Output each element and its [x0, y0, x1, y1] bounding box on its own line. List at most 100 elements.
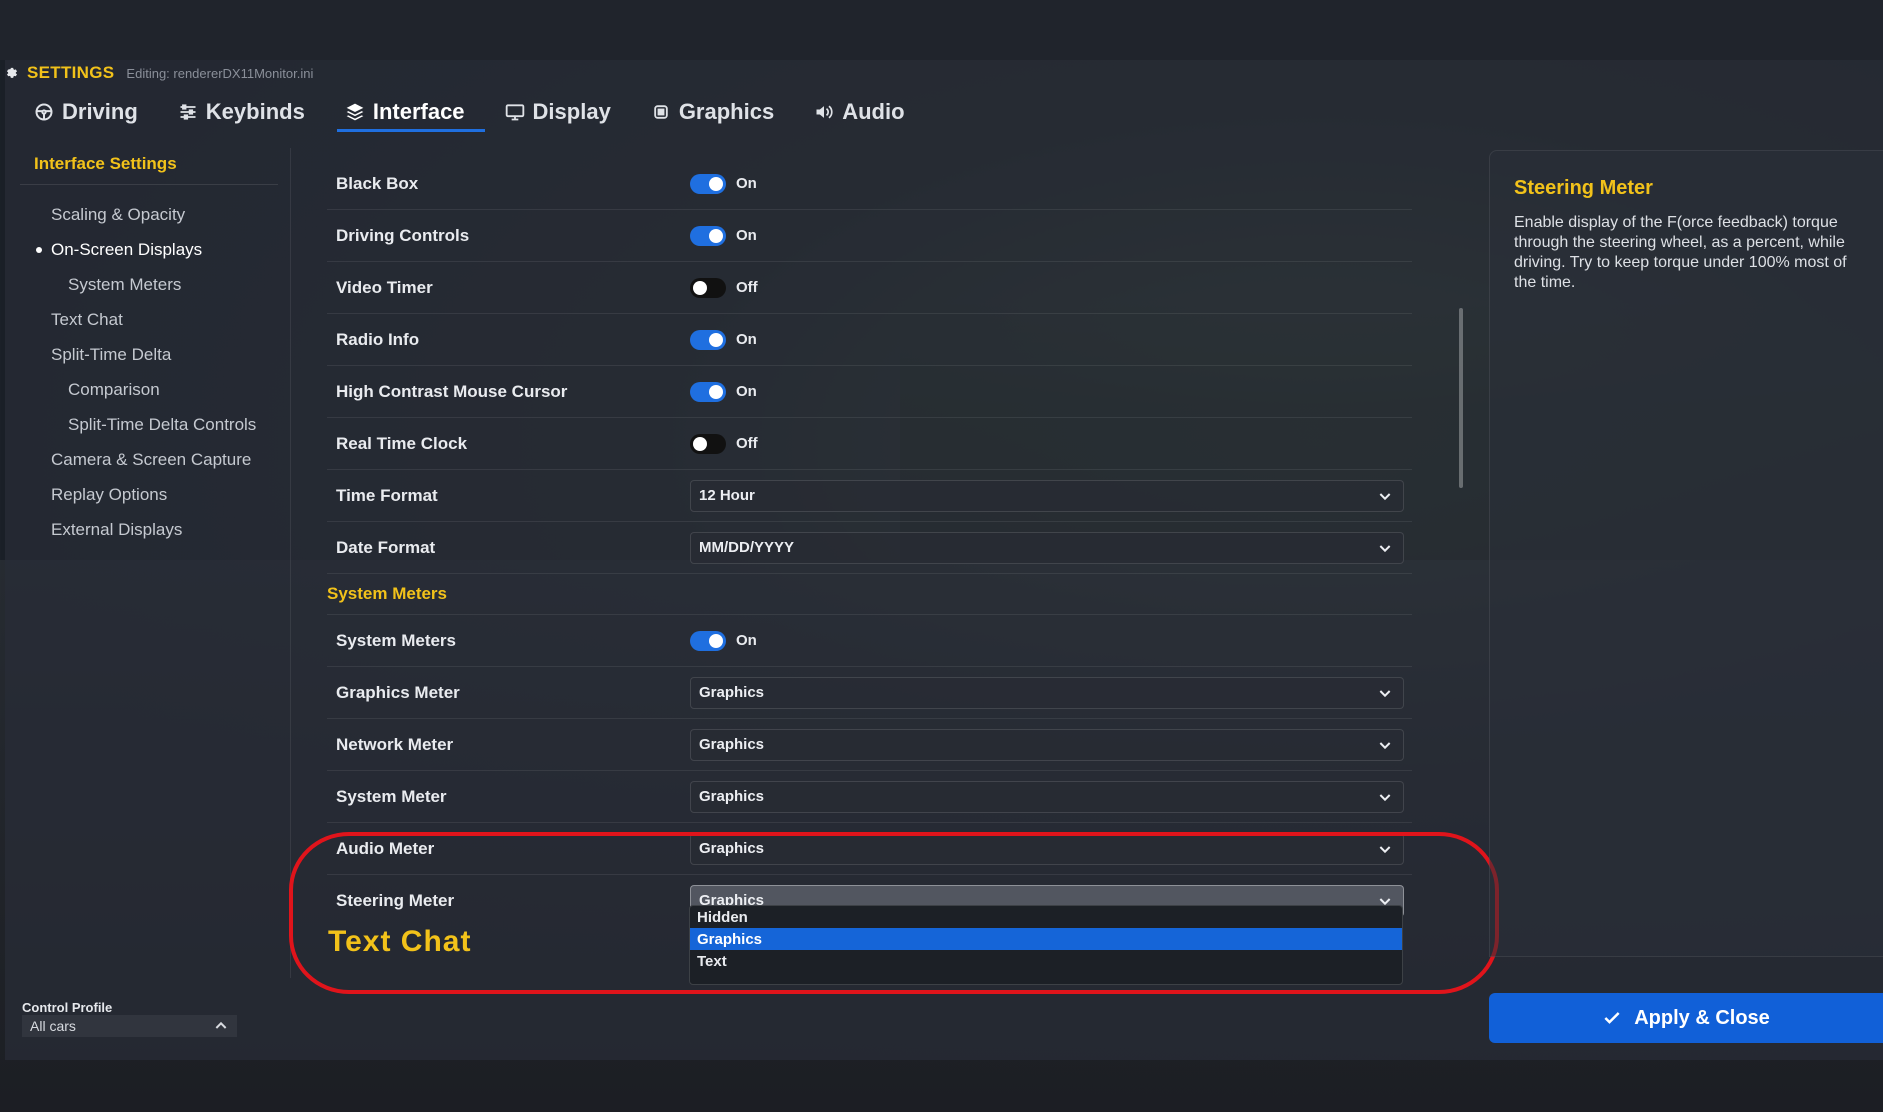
sidebar-item-split-time-delta-controls[interactable]: Split-Time Delta Controls — [20, 407, 290, 442]
select-value: Graphics — [699, 788, 765, 805]
sidebar-item-camera[interactable]: Camera & Screen Capture — [20, 442, 290, 477]
dropdown-option-hidden[interactable]: Hidden — [690, 906, 1402, 928]
sidebar-item-external-displays[interactable]: External Displays — [20, 512, 290, 547]
high-contrast-cursor-toggle[interactable] — [690, 381, 726, 402]
apply-label: Apply & Close — [1634, 1006, 1770, 1029]
time-format-select[interactable]: 12 Hour — [690, 479, 1404, 512]
sidebar-item-label: External Displays — [51, 519, 183, 539]
tab-audio[interactable]: Audio — [800, 92, 918, 132]
tab-driving[interactable]: Driving — [20, 92, 152, 132]
setting-row: Network Meter Graphics — [327, 719, 1412, 771]
radio-info-toggle[interactable] — [690, 329, 726, 350]
tab-label: Graphics — [678, 99, 775, 124]
sidebar-item-replay[interactable]: Replay Options — [20, 477, 290, 512]
select-value: MM/DD/YYYY — [699, 539, 795, 556]
control-profile: Control Profile All cars — [22, 1000, 237, 1037]
sidebar-item-label: Camera & Screen Capture — [51, 449, 252, 469]
sidebar-item-label: Text Chat — [51, 309, 123, 329]
toggle-state: Off — [736, 435, 758, 452]
info-panel: Steering Meter Enable display of the F(o… — [1489, 150, 1883, 957]
control-profile-value: All cars — [30, 1018, 76, 1034]
setting-label: Network Meter — [336, 734, 454, 754]
toggle-state: On — [736, 331, 757, 348]
sidebar-item-label: System Meters — [68, 274, 182, 294]
system-meters-toggle[interactable] — [690, 630, 726, 651]
setting-label: System Meter — [336, 786, 447, 806]
setting-row: Audio Meter Graphics — [327, 823, 1412, 875]
sidebar-item-scaling[interactable]: Scaling & Opacity — [20, 197, 290, 232]
setting-label: High Contrast Mouse Cursor — [336, 381, 568, 401]
chevron-down-icon — [1379, 793, 1391, 801]
setting-label: Date Format — [336, 537, 436, 557]
sliders-icon — [180, 104, 196, 120]
chevron-down-icon — [1379, 492, 1391, 500]
tab-label: Interface — [372, 99, 465, 124]
dropdown-option-graphics[interactable]: Graphics — [690, 928, 1402, 950]
date-format-select[interactable]: MM/DD/YYYY — [690, 531, 1404, 564]
setting-row: System Meters On — [327, 615, 1412, 667]
background-top — [0, 0, 1883, 60]
sidebar-item-label: Scaling & Opacity — [51, 204, 186, 224]
network-meter-select[interactable]: Graphics — [690, 728, 1404, 761]
system-meter-select[interactable]: Graphics — [690, 780, 1404, 813]
tab-label: Driving — [62, 99, 138, 124]
chevron-down-icon — [1379, 689, 1391, 697]
tab-interface[interactable]: Interface — [331, 92, 485, 132]
black-box-toggle[interactable] — [690, 173, 726, 194]
setting-row: System Meter Graphics — [327, 771, 1412, 823]
setting-label: Black Box — [336, 173, 419, 193]
settings-list: Black Box On Driving Controls On Video T… — [327, 158, 1412, 926]
steering-wheel-icon — [35, 103, 53, 121]
driving-controls-toggle[interactable] — [690, 225, 726, 246]
sidebar-item-text-chat[interactable]: Text Chat — [20, 302, 290, 337]
select-value: Graphics — [699, 684, 765, 701]
sidebar-item-comparison[interactable]: Comparison — [20, 372, 290, 407]
setting-label: Real Time Clock — [336, 433, 468, 453]
setting-row: Graphics Meter Graphics — [327, 667, 1412, 719]
tab-bar: Driving Keybinds Interface Display Graph… — [20, 92, 931, 132]
sidebar-item-label: Replay Options — [51, 484, 168, 504]
control-profile-select[interactable]: All cars — [22, 1015, 237, 1037]
sidebar-item-label: On-Screen Displays — [51, 239, 203, 259]
setting-label: System Meters — [336, 630, 457, 650]
tab-keybinds[interactable]: Keybinds — [164, 92, 319, 132]
sidebar-item-label: Split-Time Delta — [51, 344, 172, 364]
setting-row: High Contrast Mouse Cursor On — [327, 366, 1412, 418]
graphics-meter-select[interactable]: Graphics — [690, 676, 1404, 709]
apply-close-button[interactable]: Apply & Close — [1489, 993, 1883, 1043]
toggle-state: On — [736, 227, 757, 244]
setting-label: Video Timer — [336, 277, 433, 297]
sidebar-item-system-meters[interactable]: System Meters — [20, 267, 290, 302]
setting-row: Video Timer Off — [327, 262, 1412, 314]
gear-icon — [6, 67, 18, 78]
real-time-clock-toggle[interactable] — [690, 433, 726, 454]
sidebar-item-split-time-delta[interactable]: Split-Time Delta — [20, 337, 290, 372]
chevron-down-icon — [1379, 845, 1391, 853]
tab-graphics[interactable]: Graphics — [637, 92, 788, 132]
sidebar-item-on-screen-displays[interactable]: On-Screen Displays — [20, 232, 290, 267]
select-value: 12 Hour — [699, 487, 755, 504]
video-timer-toggle[interactable] — [690, 277, 726, 298]
setting-label: Graphics Meter — [336, 682, 460, 702]
scrollbar-thumb[interactable] — [1459, 308, 1463, 488]
setting-row: Real Time Clock Off — [327, 418, 1412, 470]
sidebar-item-label: Split-Time Delta Controls — [68, 414, 257, 434]
control-profile-label: Control Profile — [22, 1000, 113, 1015]
settings-header: SETTINGS Editing: rendererDX11Monitor.in… — [5, 62, 313, 84]
setting-row: Time Format 12 Hour — [327, 470, 1412, 522]
audio-meter-select[interactable]: Graphics — [690, 832, 1404, 865]
tab-label: Keybinds — [205, 99, 305, 124]
setting-row: Radio Info On — [327, 314, 1412, 366]
info-title: Steering Meter — [1514, 177, 1653, 199]
monitor-icon — [505, 104, 524, 121]
chip-icon — [654, 105, 668, 119]
setting-row: Black Box On — [327, 158, 1412, 210]
dropdown-option-text[interactable]: Text — [690, 950, 1402, 972]
tab-display[interactable]: Display — [491, 92, 625, 132]
sidebar-heading: Interface Settings — [20, 148, 278, 185]
setting-label: Steering Meter — [336, 890, 455, 910]
layers-icon — [346, 103, 364, 121]
chevron-up-icon — [215, 1021, 227, 1029]
sidebar-item-label: Comparison — [68, 379, 160, 399]
toggle-state: On — [736, 175, 757, 192]
